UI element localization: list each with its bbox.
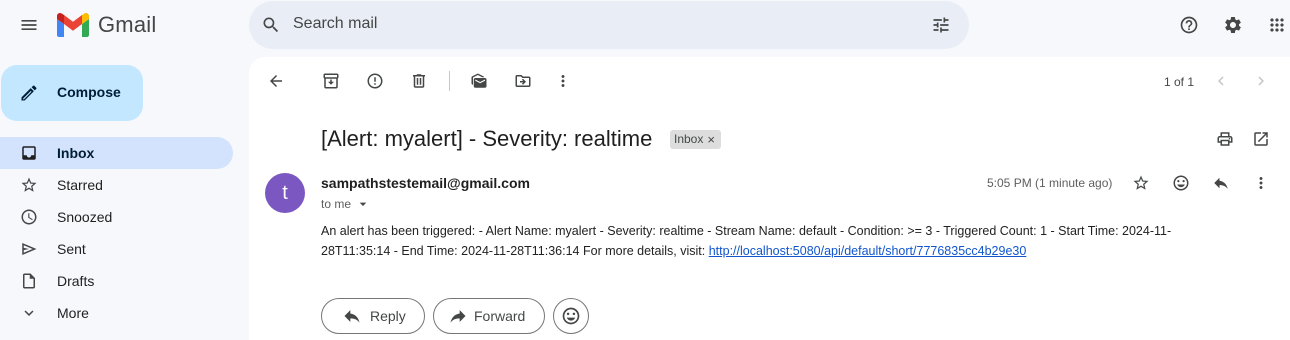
recipient-label: to me: [321, 197, 352, 211]
app-name: Gmail: [98, 12, 157, 37]
sidebar-item-label: More: [57, 305, 89, 321]
gmail-logo-icon: [57, 13, 89, 37]
emoji-icon: [1173, 175, 1189, 191]
search-options-icon[interactable]: [931, 15, 951, 35]
report-spam-button[interactable]: [355, 61, 395, 101]
sidebar-item-snoozed[interactable]: Snoozed: [0, 201, 233, 233]
label-chip-text: Inbox: [674, 132, 704, 146]
move-to-button[interactable]: [503, 61, 543, 101]
label-chip[interactable]: Inbox ×: [670, 130, 721, 149]
forward-button[interactable]: Forward: [433, 298, 545, 334]
settings-button[interactable]: [1213, 5, 1253, 45]
sidebar-item-starred[interactable]: Starred: [0, 169, 233, 201]
compose-button[interactable]: Compose: [1, 65, 143, 121]
main-menu-button[interactable]: [9, 5, 49, 45]
sidebar-item-drafts[interactable]: Drafts: [0, 265, 233, 297]
sidebar-item-inbox[interactable]: Inbox: [0, 137, 233, 169]
more-actions-button[interactable]: [543, 61, 583, 101]
gmail-logo[interactable]: [57, 13, 89, 37]
back-button[interactable]: [256, 61, 296, 101]
delete-button[interactable]: [399, 61, 439, 101]
help-icon: [1180, 16, 1198, 34]
apps-button[interactable]: [1257, 5, 1290, 45]
chevron-down-icon: [20, 304, 38, 322]
reply-label: Reply: [370, 308, 406, 324]
remove-label-icon[interactable]: ×: [707, 130, 715, 149]
star-icon: [1133, 175, 1149, 190]
reply-icon: [1214, 177, 1228, 189]
sidebar-item-more[interactable]: More: [0, 297, 233, 329]
trash-icon: [413, 74, 425, 88]
caret-down-icon: [359, 202, 367, 206]
print-button[interactable]: [1205, 119, 1245, 159]
mark-unread-button[interactable]: [459, 61, 499, 101]
star-button[interactable]: [1121, 163, 1161, 203]
emoji-icon: [561, 306, 581, 326]
archive-button[interactable]: [311, 61, 351, 101]
newer-button[interactable]: [1201, 61, 1241, 101]
search-bar[interactable]: Search mail: [249, 1, 969, 49]
sidebar-item-label: Drafts: [57, 273, 95, 289]
more-vert-icon: [561, 75, 565, 87]
timestamp: 5:05 PM (1 minute ago): [987, 176, 1113, 190]
email-body: An alert has been triggered: - Alert Nam…: [321, 221, 1226, 261]
forward-label: Forward: [474, 308, 526, 324]
emoji-reaction-button[interactable]: [553, 298, 589, 334]
more-vert-icon: [1259, 177, 1263, 189]
pagination-count: 1 of 1: [1164, 75, 1195, 89]
pencil-icon: [19, 83, 39, 103]
sidebar-item-label: Starred: [57, 177, 103, 193]
older-button[interactable]: [1241, 61, 1281, 101]
star-icon: [20, 176, 38, 194]
report-icon: [367, 73, 383, 89]
search-input[interactable]: Search mail: [293, 15, 377, 33]
archive-icon: [323, 73, 339, 89]
hamburger-menu-icon: [21, 20, 37, 30]
reply-icon-button[interactable]: [1201, 163, 1241, 203]
open-new-window-button[interactable]: [1241, 119, 1281, 159]
search-icon[interactable]: [261, 15, 281, 35]
sidebar-item-sent[interactable]: Sent: [0, 233, 233, 265]
folder-move-icon: [515, 75, 531, 87]
reply-button[interactable]: Reply: [321, 298, 425, 334]
apps-grid-icon: [1270, 18, 1284, 32]
chevron-right-icon: [1258, 76, 1264, 86]
avatar[interactable]: t: [265, 173, 305, 213]
toolbar-divider: [449, 71, 450, 91]
draft-icon: [20, 272, 38, 290]
email-subject: [Alert: myalert] - Severity: realtime: [321, 126, 653, 151]
arrow-back-icon: [270, 75, 282, 87]
open-in-new-icon: [1254, 132, 1268, 146]
inbox-icon: [20, 144, 38, 162]
support-button[interactable]: [1169, 5, 1209, 45]
sidebar-item-label: Sent: [57, 241, 86, 257]
clock-icon: [20, 208, 38, 226]
recipient-details[interactable]: to me: [321, 196, 371, 212]
mark-unread-icon: [471, 73, 487, 88]
sidebar-item-label: Snoozed: [57, 209, 113, 225]
reply-icon: [342, 306, 362, 326]
send-icon: [20, 240, 38, 258]
details-link[interactable]: http://localhost:5080/api/default/short/…: [709, 244, 1027, 258]
sidebar-item-label: Inbox: [57, 145, 95, 161]
compose-label: Compose: [57, 84, 121, 100]
print-icon: [1217, 132, 1233, 146]
message-more-button[interactable]: [1241, 163, 1281, 203]
chevron-left-icon: [1218, 76, 1224, 86]
sender-email[interactable]: sampathstestemail@gmail.com: [321, 175, 530, 191]
add-reaction-button[interactable]: [1161, 163, 1201, 203]
forward-icon: [448, 306, 468, 326]
gear-icon: [1225, 16, 1241, 33]
